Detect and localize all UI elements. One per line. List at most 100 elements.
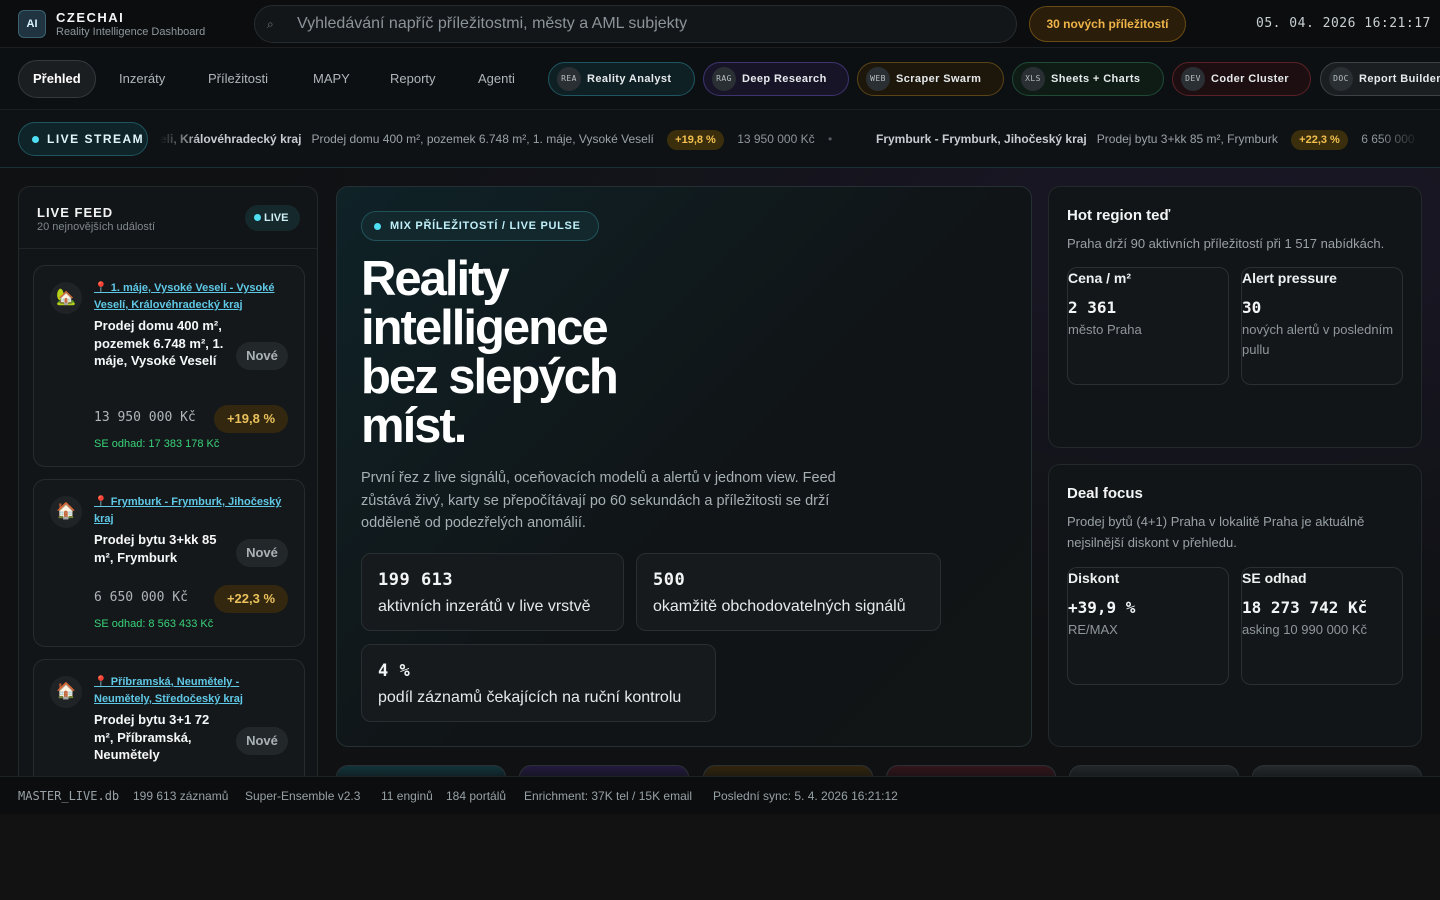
ticker-pct-badge: +19,8 % [667, 130, 724, 150]
hero-pill: MIX PŘÍLEŽITOSTÍ / LIVE PULSE [361, 211, 599, 241]
hot-region-title: Hot region teď [1067, 207, 1171, 224]
search-bar[interactable]: ⌕ [254, 5, 1017, 43]
live-stream-badge[interactable]: LIVE STREAM [18, 122, 148, 156]
agent-reality-analyst[interactable]: REA Reality Analyst [548, 62, 695, 96]
hero-panel: MIX PŘÍLEŽITOSTÍ / LIVE PULSE Reality in… [336, 186, 1032, 747]
live-feed-title: LIVE FEED [37, 205, 114, 220]
metric-sub: RE/MAX [1068, 622, 1118, 637]
app-title: CZECHAI [56, 10, 125, 25]
live-dot-icon [32, 136, 39, 143]
empty-area [0, 814, 1440, 900]
tab-prehled[interactable]: Přehled [18, 60, 96, 98]
app-subtitle: Reality Intelligence Dashboard [56, 26, 206, 38]
status-engines: 11 enginů [381, 789, 433, 803]
deal-focus-title: Deal focus [1067, 485, 1143, 502]
tab-prilezitosti[interactable]: Příležitosti [194, 60, 282, 98]
live-badge-label: LIVE [264, 212, 289, 224]
stat-value: 199 613 [378, 570, 454, 590]
agent-deep-research[interactable]: RAG Deep Research [703, 62, 849, 96]
metric-label: Alert pressure [1242, 270, 1337, 286]
stat-value: 500 [653, 570, 686, 590]
agent-label: Report Builder [1359, 73, 1440, 85]
stat-manual-review: 4 % podíl záznamů čekajících na ruční ko… [361, 644, 716, 722]
house-icon: 🏠 [50, 676, 82, 708]
main-nav: Přehled Inzeráty Příležitosti MAPY Repor… [0, 48, 1440, 110]
bottom-card[interactable] [1252, 765, 1422, 776]
ticker-fade-left [160, 110, 200, 167]
ticker-pct-badge: +22,3 % [1291, 130, 1348, 150]
bottom-card[interactable] [519, 765, 689, 776]
ticker-item[interactable]: eli, Královéhradecký kraj Prodej domu 40… [160, 110, 833, 167]
ticker-title: Prodej domu 400 m², pozemek 6.748 m², 1.… [311, 132, 654, 146]
ticker-separator: • [827, 132, 833, 146]
card-se-estimate: SE odhad: 17 383 178 Kč [94, 438, 220, 450]
feed-card[interactable]: 🏠 📍 Frymburk - Frymburk, Jihočeský kraj … [33, 479, 305, 647]
deal-focus-panel: Deal focus Prodej bytů (4+1) Praha v lok… [1048, 464, 1422, 747]
search-input[interactable] [297, 6, 997, 42]
metric-value: 30 [1242, 298, 1262, 317]
agent-label: Deep Research [742, 73, 827, 85]
search-icon: ⌕ [267, 17, 274, 31]
ticker-title: Prodej bytu 3+kk 85 m², Frymburk [1096, 132, 1278, 146]
agent-label: Reality Analyst [587, 73, 672, 85]
metric-se-estimate: SE odhad 18 273 742 Kč asking 10 990 000… [1241, 567, 1403, 685]
agent-report-builder[interactable]: DOC Report Builder [1320, 62, 1440, 96]
live-feed-panel: LIVE FEED 20 nejnovějších událostí LIVE … [18, 186, 318, 776]
metric-value: 18 273 742 Kč [1242, 598, 1368, 617]
live-feed-subtitle: 20 nejnovějších událostí [37, 221, 156, 233]
hot-region-panel: Hot region teď Praha drží 90 aktivních p… [1048, 186, 1422, 448]
agent-badge: RAG [712, 67, 736, 91]
ticker-track: eli, Královéhradecký kraj Prodej domu 40… [160, 110, 1416, 167]
card-location-link[interactable]: 📍 Příbramská, Neumětely - Neumětely, Stř… [94, 674, 290, 708]
metric-value: +39,9 % [1068, 598, 1136, 617]
ticker-fade-right [1380, 110, 1420, 167]
stat-value: 4 % [378, 661, 411, 681]
card-location-link[interactable]: 📍 1. máje, Vysoké Veselí - Vysoké Veselí… [94, 280, 290, 314]
live-dot-icon [254, 214, 261, 221]
tab-mapy[interactable]: MAPY [299, 60, 364, 98]
clock: 05. 04. 2026 16:21:17 [1256, 16, 1431, 31]
ticker-price: 13 950 000 Kč [737, 132, 815, 146]
new-opportunities-button[interactable]: 30 nových příležitostí [1029, 6, 1186, 42]
metric-alert-pressure: Alert pressure 30 nových alertů v posled… [1241, 267, 1403, 385]
status-last-sync: Poslední sync: 5. 4. 2026 16:21:12 [713, 789, 898, 803]
agent-coder-cluster[interactable]: DEV Coder Cluster [1172, 62, 1311, 96]
live-feed-header: LIVE FEED 20 nejnovějších událostí LIVE [19, 187, 317, 249]
card-location-link[interactable]: 📍 Frymburk - Frymburk, Jihočeský kraj [94, 494, 290, 528]
tab-inzeraty[interactable]: Inzeráty [105, 60, 179, 98]
house-garden-icon: 🏡 [50, 282, 82, 314]
live-stream-label: LIVE STREAM [47, 132, 145, 146]
card-status-badge: Nové [236, 539, 288, 567]
tab-agenti[interactable]: Agenti [464, 60, 529, 98]
stat-label: aktivních inzerátů v live vrstvě [378, 598, 591, 615]
app-logo[interactable]: AI [18, 10, 46, 38]
feed-card[interactable]: 🏠 📍 Příbramská, Neumětely - Neumětely, S… [33, 659, 305, 776]
bottom-card[interactable] [1069, 765, 1239, 776]
card-title: Prodej domu 400 m², pozemek 6.748 m², 1.… [94, 318, 224, 368]
bottom-card[interactable] [336, 765, 506, 776]
card-title: Prodej bytu 3+1 72 m², Příbramská, Neumě… [94, 712, 210, 762]
house-icon: 🏠 [50, 496, 82, 528]
status-records: 199 613 záznamů [133, 789, 229, 803]
agent-sheets-charts[interactable]: XLS Sheets + Charts [1012, 62, 1164, 96]
metric-label: Cena / m² [1068, 270, 1132, 286]
feed-card[interactable]: 🏡 📍 1. máje, Vysoké Veselí - Vysoké Vese… [33, 265, 305, 467]
stat-tradable-signals: 500 okamžitě obchodovatelných signálů [636, 553, 941, 631]
metric-value: 2 361 [1068, 298, 1117, 317]
agent-badge: DEV [1181, 67, 1205, 91]
card-status-badge: Nové [236, 727, 288, 755]
tab-reporty[interactable]: Reporty [376, 60, 450, 98]
agent-label: Sheets + Charts [1051, 73, 1141, 85]
metric-sub: město Praha [1068, 322, 1142, 337]
agent-scraper-swarm[interactable]: WEB Scraper Swarm [857, 62, 1004, 96]
bottom-card[interactable] [703, 765, 873, 776]
agent-label: Coder Cluster [1211, 73, 1289, 85]
bottom-card[interactable] [886, 765, 1056, 776]
status-bar: MASTER_LIVE.db 199 613 záznamů Super-Ens… [0, 776, 1440, 814]
main-content: LIVE FEED 20 nejnovějších událostí LIVE … [0, 168, 1440, 776]
agent-badge: REA [557, 67, 581, 91]
ticker-item[interactable]: Frymburk - Frymburk, Jihočeský kraj Prod… [876, 110, 1416, 167]
hero-heading: Reality intelligence bez slepých míst. [361, 252, 619, 453]
live-badge: LIVE [245, 205, 300, 231]
metric-sub: asking 10 990 000 Kč [1242, 622, 1368, 637]
